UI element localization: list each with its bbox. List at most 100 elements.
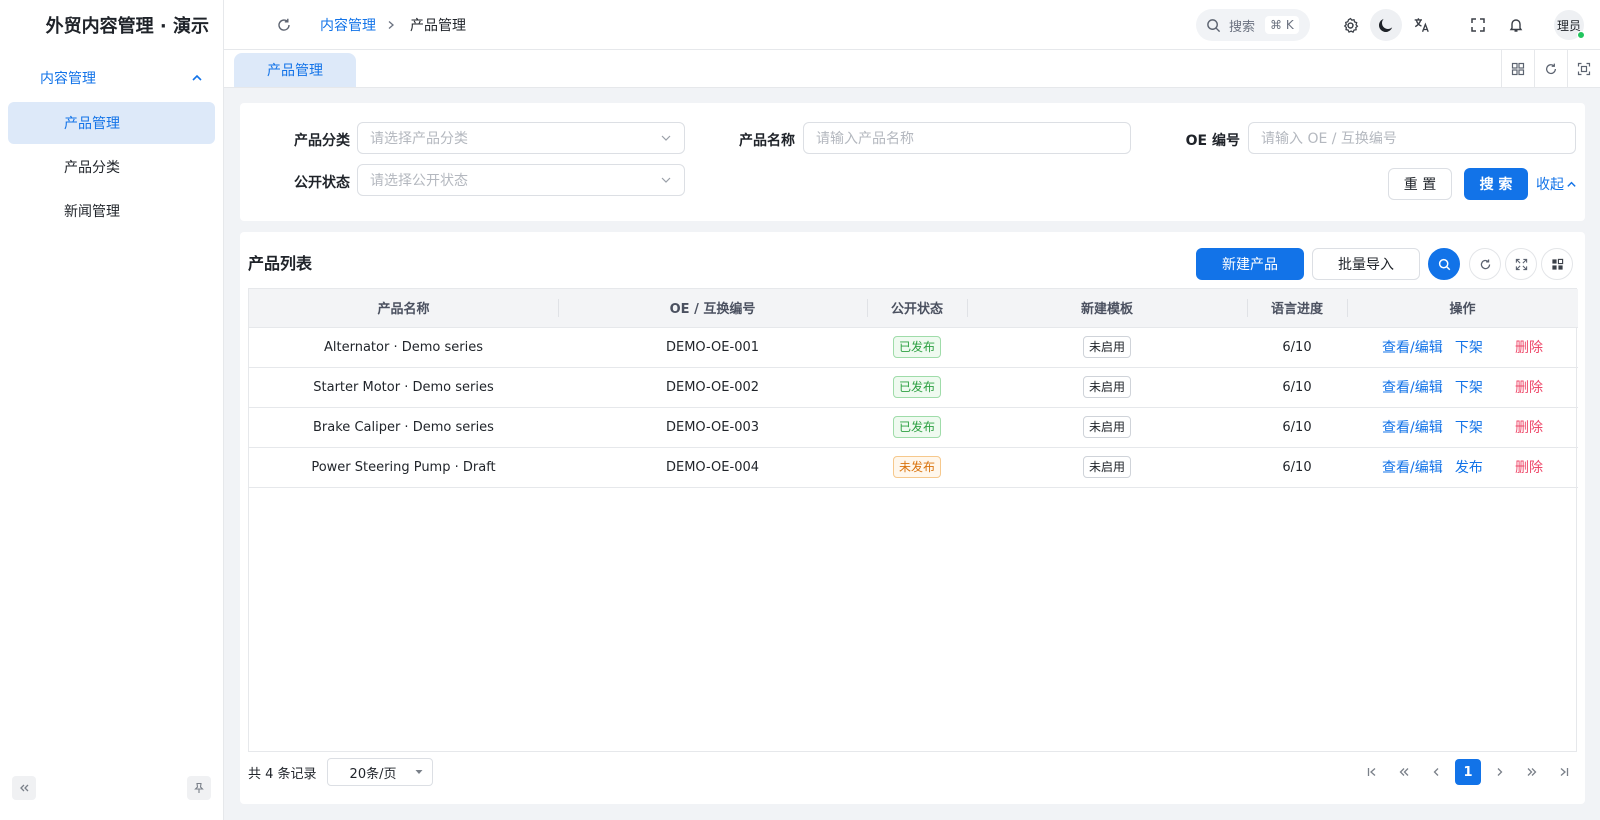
- edit-link[interactable]: 查看/编辑: [1382, 420, 1443, 436]
- column-header: OE / 互换编号: [558, 289, 867, 327]
- theme-toggle-button[interactable]: [1370, 9, 1402, 41]
- prev-page-button[interactable]: [1423, 759, 1449, 785]
- grid-icon: [1511, 62, 1525, 76]
- unpublish-link[interactable]: 下架: [1455, 340, 1483, 356]
- status-label: 公开状态: [294, 175, 350, 191]
- pagination: 共 4 条记录 20条/页 1: [248, 756, 1577, 788]
- tab-refresh-button[interactable]: [1534, 50, 1567, 88]
- user-avatar[interactable]: 理员: [1554, 10, 1585, 40]
- sidebar-item-categories[interactable]: 产品分类: [8, 146, 215, 188]
- breadcrumb-current: 产品管理: [410, 17, 466, 34]
- delete-link[interactable]: 删除: [1515, 380, 1543, 396]
- filter-panel: 产品分类 请选择产品分类 产品名称 请输入产品名称 OE 编号 请输入 OE /…: [240, 103, 1585, 221]
- delete-link[interactable]: 删除: [1515, 460, 1543, 476]
- edit-link[interactable]: 查看/编辑: [1382, 460, 1443, 476]
- cell-actions: 查看/编辑 下架 删除: [1347, 366, 1578, 407]
- name-input[interactable]: 请输入产品名称: [803, 122, 1131, 154]
- cell-oe: DEMO-OE-001: [558, 326, 867, 367]
- column-header: 产品名称: [249, 289, 558, 327]
- chevron-up-icon: [1567, 181, 1576, 187]
- table-row: Power Steering Pump · Draft DEMO-OE-004 …: [249, 446, 1578, 488]
- next-page-button[interactable]: [1487, 759, 1513, 785]
- cell-actions: 查看/编辑 发布 删除: [1347, 446, 1578, 488]
- name-placeholder: 请输入产品名称: [816, 131, 914, 147]
- oe-placeholder: 请输入 OE / 互换编号: [1261, 131, 1397, 147]
- jump-back-button[interactable]: [1391, 759, 1417, 785]
- notifications-button[interactable]: [1500, 9, 1532, 41]
- first-page-icon: [1367, 768, 1376, 776]
- table-refresh-button[interactable]: [1469, 248, 1501, 280]
- fullscreen-button[interactable]: [1462, 9, 1494, 41]
- search-icon: [1207, 18, 1221, 32]
- tab-maximize-button[interactable]: [1567, 50, 1600, 88]
- pin-sidebar-button[interactable]: [187, 776, 211, 800]
- page-number-current[interactable]: 1: [1455, 759, 1481, 785]
- tab-products[interactable]: 产品管理: [234, 53, 356, 87]
- delete-link[interactable]: 删除: [1515, 340, 1543, 356]
- sidebar-item-label: 新闻管理: [64, 204, 120, 220]
- unpublish-link[interactable]: 下架: [1455, 420, 1483, 436]
- header-actions: 搜索 ⌘ K 理员: [1196, 0, 1600, 50]
- last-page-button[interactable]: [1551, 759, 1577, 785]
- table-row: Alternator · Demo series DEMO-OE-001 已发布…: [249, 326, 1578, 367]
- sidebar-item-label: 产品管理: [64, 116, 120, 132]
- cell-name: Alternator · Demo series: [249, 326, 558, 367]
- template-badge: 未启用: [1082, 416, 1131, 438]
- double-chevron-right-icon: [1527, 768, 1537, 776]
- search-icon: [1438, 258, 1450, 270]
- table-fullscreen-button[interactable]: [1505, 248, 1537, 280]
- status-placeholder: 请选择公开状态: [370, 173, 468, 189]
- refresh-icon: [278, 18, 290, 31]
- breadcrumb-parent[interactable]: 内容管理: [320, 15, 376, 35]
- search-button[interactable]: 搜 索: [1464, 168, 1528, 200]
- first-page-button[interactable]: [1359, 759, 1385, 785]
- status-badge: 已发布: [892, 416, 941, 438]
- template-badge: 未启用: [1082, 456, 1131, 478]
- global-search[interactable]: 搜索 ⌘ K: [1196, 9, 1310, 41]
- unpublish-link[interactable]: 下架: [1455, 380, 1483, 396]
- sidebar-item-products[interactable]: 产品管理: [8, 102, 215, 144]
- publish-link[interactable]: 发布: [1455, 460, 1483, 476]
- table-row: Starter Motor · Demo series DEMO-OE-002 …: [249, 366, 1578, 407]
- edit-link[interactable]: 查看/编辑: [1382, 340, 1443, 356]
- jump-forward-button[interactable]: [1519, 759, 1545, 785]
- chevron-down-icon: [661, 135, 671, 141]
- collapse-sidebar-button[interactable]: [12, 776, 36, 800]
- table-row: Brake Caliper · Demo series DEMO-OE-003 …: [249, 406, 1578, 447]
- tab-tools: [1501, 50, 1600, 88]
- menu-group-header[interactable]: 内容管理: [0, 56, 223, 100]
- reset-button[interactable]: 重 置: [1388, 168, 1452, 200]
- chevron-down-icon: [661, 177, 671, 183]
- status-select[interactable]: 请选择公开状态: [357, 164, 685, 196]
- table-title: 产品列表: [248, 254, 313, 273]
- app-title: 外贸内容管理 · 演示: [45, 16, 209, 37]
- new-product-button[interactable]: 新建产品: [1196, 248, 1304, 280]
- toggle-search-button[interactable]: [1428, 248, 1460, 280]
- moon-icon: [1378, 18, 1393, 33]
- batch-import-button[interactable]: 批量导入: [1312, 248, 1420, 280]
- language-button[interactable]: [1406, 9, 1438, 41]
- column-settings-button[interactable]: [1541, 248, 1573, 280]
- oe-input[interactable]: 请输入 OE / 互换编号: [1248, 122, 1576, 154]
- fullscreen-icon: [1471, 18, 1485, 32]
- sidebar-item-news[interactable]: 新闻管理: [8, 190, 215, 232]
- tab-menu-button[interactable]: [1501, 50, 1534, 88]
- edit-link[interactable]: 查看/编辑: [1382, 380, 1443, 396]
- online-status-dot: [1577, 31, 1585, 39]
- refresh-icon: [1546, 63, 1556, 75]
- search-shortcut: ⌘ K: [1265, 16, 1299, 34]
- cell-name: Brake Caliper · Demo series: [249, 406, 558, 447]
- collapse-filter-button[interactable]: 收起: [1536, 168, 1577, 200]
- delete-link[interactable]: 删除: [1515, 420, 1543, 436]
- page-size-select[interactable]: 20条/页: [326, 758, 433, 786]
- category-select[interactable]: 请选择产品分类: [357, 122, 685, 154]
- menu-group-content: 内容管理 产品管理 产品分类 新闻管理: [0, 56, 223, 232]
- category-label: 产品分类: [294, 133, 350, 149]
- refresh-page-button[interactable]: [274, 15, 294, 35]
- avatar-text: 理员: [1556, 18, 1581, 33]
- page-size-value: 20条/页: [349, 766, 397, 782]
- breadcrumb: 内容管理 产品管理: [320, 15, 466, 35]
- column-header: 公开状态: [867, 289, 967, 327]
- chevron-up-icon: [191, 72, 203, 84]
- settings-button[interactable]: [1334, 9, 1366, 41]
